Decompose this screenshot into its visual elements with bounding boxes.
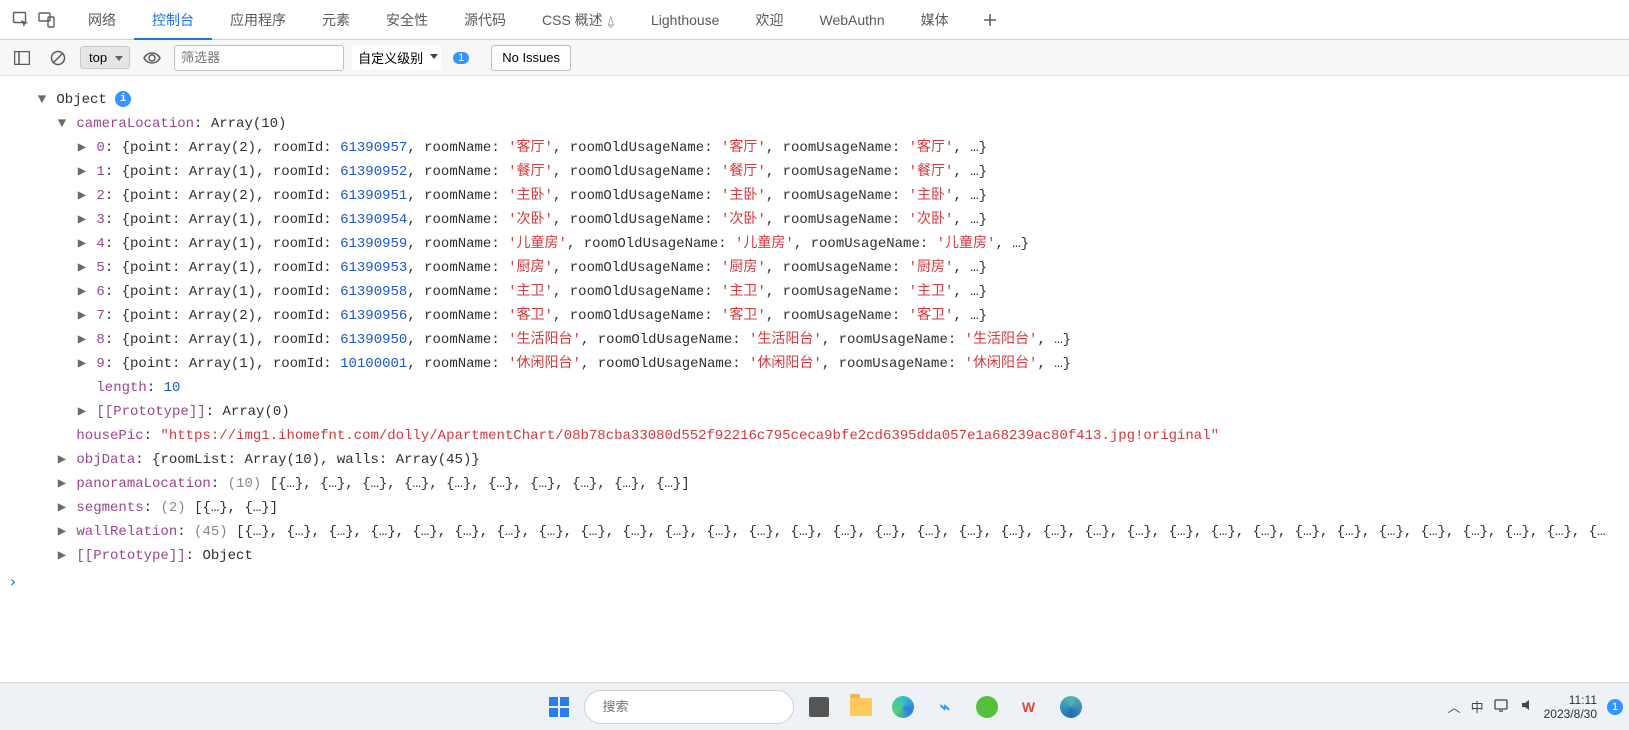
- array-item[interactable]: ▶ 8: {point: Array(1), roomId: 61390950,…: [36, 328, 1629, 352]
- log-level-selector[interactable]: 自定义级别: [352, 45, 441, 70]
- console-prompt[interactable]: ›: [0, 568, 1629, 595]
- add-tab-icon[interactable]: [977, 7, 1003, 33]
- proto-val: Object: [202, 548, 252, 564]
- prop-key[interactable]: housePic: [76, 428, 143, 444]
- expand-toggle[interactable]: ▶: [76, 184, 88, 208]
- expand-toggle[interactable]: ▶: [76, 304, 88, 328]
- device-toggle-icon[interactable]: [34, 7, 60, 33]
- devtools-tab[interactable]: 媒体: [903, 0, 967, 40]
- devtools-tab[interactable]: CSS 概述 ⍙: [524, 0, 633, 40]
- live-expression-icon[interactable]: [138, 44, 166, 72]
- devtools-tab[interactable]: 源代码: [446, 0, 524, 40]
- console-toolbar: top 自定义级别 1 No Issues: [0, 40, 1629, 76]
- edge-icon[interactable]: [886, 690, 920, 724]
- array-item[interactable]: ▶ 2: {point: Array(2), roomId: 61390951,…: [36, 184, 1629, 208]
- object-label[interactable]: Object: [56, 92, 106, 108]
- prop-key[interactable]: wallRelation: [76, 524, 177, 540]
- log-level-badge: 1: [453, 52, 469, 64]
- taskbar-search[interactable]: [584, 690, 794, 724]
- edge-dev-icon[interactable]: [1054, 690, 1088, 724]
- filter-input[interactable]: [174, 45, 344, 71]
- console-output: ▼ Object i ▼ cameraLocation: Array(10) ▶…: [0, 76, 1629, 568]
- expand-toggle[interactable]: ▶: [76, 160, 88, 184]
- devtools-tab[interactable]: Lighthouse: [633, 0, 738, 40]
- ime-indicator[interactable]: 中: [1471, 697, 1484, 716]
- devtools-tab[interactable]: 安全性: [368, 0, 446, 40]
- devtools-tab[interactable]: 欢迎: [737, 0, 801, 40]
- expand-toggle[interactable]: ▶: [76, 208, 88, 232]
- array-item[interactable]: ▶ 6: {point: Array(1), roomId: 61390958,…: [36, 280, 1629, 304]
- proto-key[interactable]: [[Prototype]]: [76, 548, 185, 564]
- devtools-tab[interactable]: 应用程序: [212, 0, 304, 40]
- inspect-element-icon[interactable]: [8, 7, 34, 33]
- proto-key[interactable]: [[Prototype]]: [96, 404, 205, 420]
- devtools-tab[interactable]: 网络: [70, 0, 134, 40]
- clear-console-icon[interactable]: [44, 44, 72, 72]
- wechat-icon[interactable]: [970, 690, 1004, 724]
- url-value[interactable]: "https://img1.ihomefnt.com/dolly/Apartme…: [160, 428, 1219, 444]
- array-item[interactable]: ▶ 7: {point: Array(2), roomId: 61390956,…: [36, 304, 1629, 328]
- prop-key[interactable]: panoramaLocation: [76, 476, 210, 492]
- windows-taskbar: ⌁ W ︿ 中 11:11 2023/8/30 1: [0, 682, 1629, 730]
- proto-val: Array(0): [222, 404, 289, 420]
- expand-toggle[interactable]: ▶: [76, 328, 88, 352]
- array-item[interactable]: ▶ 3: {point: Array(1), roomId: 61390954,…: [36, 208, 1629, 232]
- expand-toggle[interactable]: ▶: [56, 496, 68, 520]
- expand-toggle[interactable]: ▶: [76, 280, 88, 304]
- taskbar-clock[interactable]: 11:11 2023/8/30: [1544, 693, 1597, 721]
- toggle-sidebar-icon[interactable]: [8, 44, 36, 72]
- expand-toggle[interactable]: ▼: [56, 112, 68, 136]
- expand-toggle[interactable]: ▼: [36, 88, 48, 112]
- info-icon[interactable]: i: [115, 91, 131, 107]
- length-key: length: [96, 380, 146, 396]
- expand-toggle[interactable]: ▶: [56, 520, 68, 544]
- prop-key[interactable]: objData: [76, 452, 135, 468]
- devtools-tab[interactable]: 元素: [304, 0, 368, 40]
- expand-toggle[interactable]: ▶: [76, 256, 88, 280]
- array-item[interactable]: ▶ 9: {point: Array(1), roomId: 10100001,…: [36, 352, 1629, 376]
- expand-toggle[interactable]: ▶: [76, 400, 88, 424]
- devtools-tab-bar: 网络控制台应用程序元素安全性源代码CSS 概述 ⍙Lighthouse欢迎Web…: [0, 0, 1629, 40]
- wps-icon[interactable]: W: [1012, 690, 1046, 724]
- expand-toggle[interactable]: ▶: [56, 472, 68, 496]
- prop-key[interactable]: segments: [76, 500, 143, 516]
- volume-icon[interactable]: [1520, 698, 1534, 715]
- prop-value[interactable]: Array(10): [211, 116, 287, 132]
- expand-toggle[interactable]: ▶: [56, 448, 68, 472]
- context-selector[interactable]: top: [80, 46, 130, 69]
- notification-badge[interactable]: 1: [1607, 699, 1623, 715]
- prop-key[interactable]: cameraLocation: [76, 116, 194, 132]
- length-val: 10: [164, 380, 181, 396]
- expand-toggle[interactable]: ▶: [76, 136, 88, 160]
- taskbar-search-input[interactable]: [603, 699, 779, 714]
- tray-chevron-icon[interactable]: ︿: [1448, 697, 1461, 716]
- array-item[interactable]: ▶ 0: {point: Array(2), roomId: 61390957,…: [36, 136, 1629, 160]
- array-item[interactable]: ▶ 1: {point: Array(1), roomId: 61390952,…: [36, 160, 1629, 184]
- devtools-tab[interactable]: WebAuthn: [801, 0, 902, 40]
- start-button[interactable]: [542, 690, 576, 724]
- expand-toggle[interactable]: ▶: [76, 232, 88, 256]
- vscode-icon[interactable]: ⌁: [925, 687, 963, 725]
- array-item[interactable]: ▶ 4: {point: Array(1), roomId: 61390959,…: [36, 232, 1629, 256]
- devtools-tab[interactable]: 控制台: [134, 0, 212, 40]
- taskbar-app-1[interactable]: [802, 690, 836, 724]
- no-issues-button[interactable]: No Issues: [491, 45, 571, 71]
- expand-toggle[interactable]: ▶: [76, 352, 88, 376]
- expand-toggle[interactable]: ▶: [56, 544, 68, 568]
- file-explorer-icon[interactable]: [844, 690, 878, 724]
- array-item[interactable]: ▶ 5: {point: Array(1), roomId: 61390953,…: [36, 256, 1629, 280]
- network-icon[interactable]: [1494, 698, 1510, 715]
